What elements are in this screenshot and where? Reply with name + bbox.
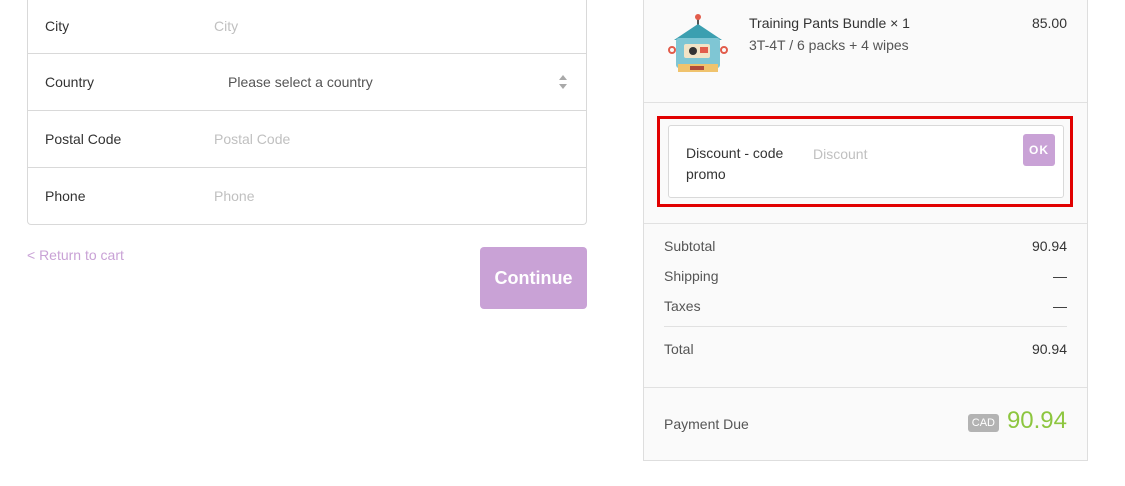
phone-row: Phone	[28, 168, 586, 224]
totals-divider	[664, 326, 1067, 327]
apply-discount-button[interactable]: OK	[1023, 134, 1055, 166]
city-input[interactable]	[214, 15, 570, 36]
country-label: Country	[45, 74, 95, 90]
continue-button[interactable]: Continue	[480, 247, 587, 309]
total-label: Total	[664, 341, 694, 357]
total-row: Total 90.94	[664, 341, 1067, 371]
phone-input[interactable]	[214, 186, 570, 206]
currency-badge: CAD	[967, 414, 999, 432]
payment-due-label: Payment Due	[664, 416, 749, 432]
product-price: 85.00	[1031, 15, 1067, 31]
subtotal-value: 90.94	[1031, 238, 1067, 254]
subtotal-row: Subtotal 90.94	[664, 238, 1067, 268]
product-variant: 3T-4T / 6 packs + 4 wipes	[749, 37, 909, 53]
total-value: 90.94	[1031, 341, 1067, 357]
taxes-label: Taxes	[664, 298, 701, 314]
taxes-row: Taxes —	[664, 298, 1067, 323]
robot-product-image	[668, 14, 728, 72]
shipping-row: Shipping —	[664, 268, 1067, 298]
postal-code-row: Postal Code	[28, 111, 586, 168]
subtotal-label: Subtotal	[664, 238, 716, 254]
discount-section: Discount - code promo OK	[644, 102, 1087, 224]
totals: Subtotal 90.94 Shipping — Taxes — Total …	[664, 238, 1067, 371]
country-select[interactable]: Please select a country	[228, 74, 373, 90]
payment-due-amount: 90.94	[1006, 407, 1067, 434]
shipping-label: Shipping	[664, 268, 719, 284]
return-to-cart-link[interactable]: < Return to cart	[27, 247, 124, 263]
city-label: City	[45, 17, 70, 34]
discount-highlight-box: Discount - code promo OK	[657, 116, 1073, 207]
payment-due-section: Payment Due CAD 90.94	[644, 387, 1087, 461]
discount-field-box: Discount - code promo OK	[668, 125, 1064, 198]
discount-input[interactable]	[813, 144, 1013, 164]
order-summary: Training Pants Bundle × 1 3T-4T / 6 pack…	[643, 0, 1088, 461]
discount-label: Discount - code promo	[686, 145, 784, 182]
city-row: City	[28, 0, 586, 54]
taxes-value: —	[1053, 298, 1067, 314]
postal-code-input[interactable]	[214, 129, 570, 149]
product-name: Training Pants Bundle × 1	[749, 15, 910, 31]
country-row[interactable]: Country Please select a country	[28, 54, 586, 111]
phone-label: Phone	[45, 188, 86, 204]
select-arrows-icon	[559, 75, 567, 89]
shipping-form: City Country Please select a country Pos…	[27, 0, 587, 225]
shipping-value: —	[1053, 268, 1067, 284]
product-line: Training Pants Bundle × 1 3T-4T / 6 pack…	[644, 0, 1087, 103]
postal-code-label: Postal Code	[45, 131, 122, 147]
